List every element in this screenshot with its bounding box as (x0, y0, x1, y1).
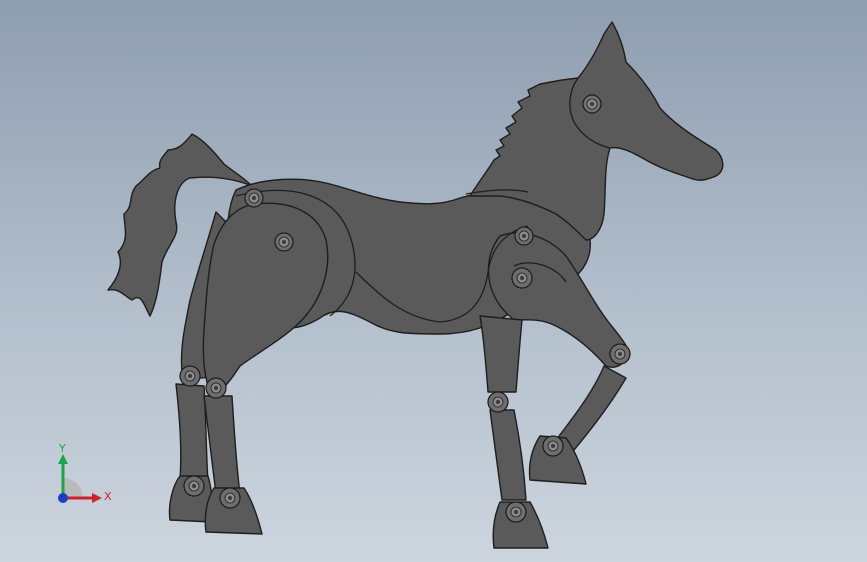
front-far-upper-leg[interactable] (479, 315, 523, 393)
z-axis-icon (58, 493, 68, 503)
coordinate-triad: Y X (58, 442, 112, 503)
horse-assembly-model[interactable] (0, 0, 867, 562)
pin-joint-shoulder[interactable] (514, 226, 534, 246)
pin-joint-far-hind-hock[interactable] (179, 365, 201, 387)
far-hind-lower-leg[interactable] (175, 383, 209, 483)
pin-joint-front-raised-hoof[interactable] (542, 435, 564, 457)
x-axis-arrow-icon (92, 493, 102, 503)
front-near-lower-leg[interactable] (489, 409, 527, 501)
front-raised-lower-leg[interactable] (555, 365, 627, 451)
pin-joint-front-near-knee[interactable] (487, 391, 509, 413)
near-hind-thigh[interactable] (202, 202, 329, 397)
pin-joint-near-hind-hoof[interactable] (219, 487, 241, 509)
graphics-viewport[interactable]: Y X (0, 0, 867, 562)
pin-joint-front-knee[interactable] (609, 343, 631, 365)
pin-joint-hip[interactable] (274, 232, 294, 252)
y-axis-label: Y (58, 442, 66, 455)
pin-joint-elbow[interactable] (511, 267, 533, 289)
pin-joint-head[interactable] (582, 94, 602, 114)
pin-joint-near-hind-hock[interactable] (205, 377, 227, 399)
pin-joint-far-hind-hoof[interactable] (183, 475, 205, 497)
pin-joint-front-near-hoof[interactable] (505, 501, 527, 523)
y-axis-arrow-icon (58, 454, 68, 464)
x-axis-label: X (104, 490, 112, 503)
pin-joint-tail[interactable] (244, 188, 264, 208)
